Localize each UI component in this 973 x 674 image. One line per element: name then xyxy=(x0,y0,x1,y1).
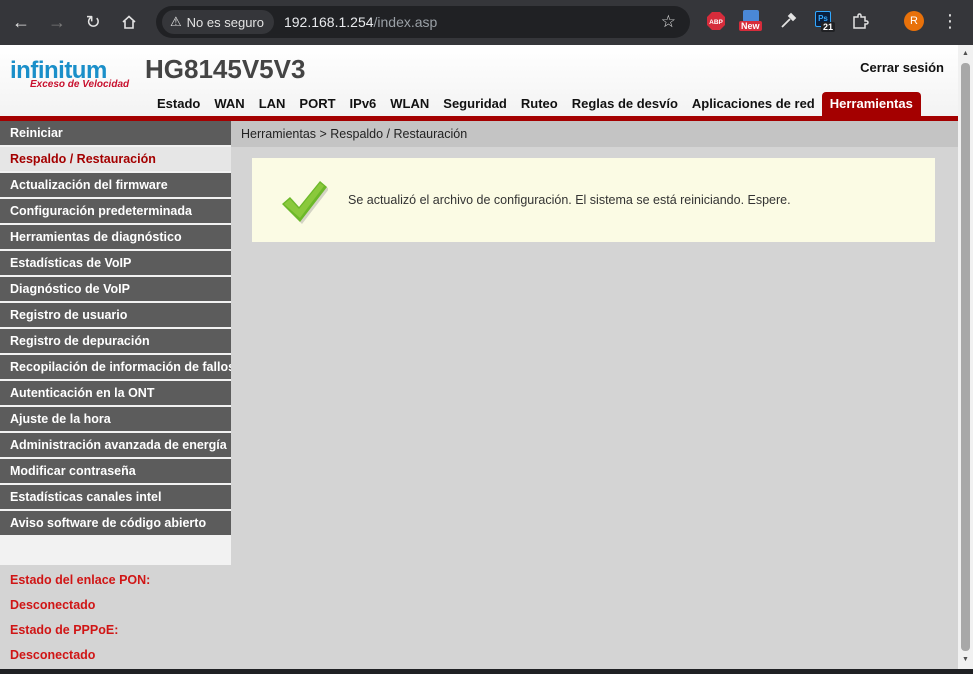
tab-herramientas[interactable]: Herramientas xyxy=(821,92,921,116)
tab-seguridad[interactable]: Seguridad xyxy=(436,92,514,116)
tab-port[interactable]: PORT xyxy=(292,92,342,116)
sidebar-menu: Reiniciar Respaldo / Restauración Actual… xyxy=(0,121,235,669)
sidebar-item-administracion-energia[interactable]: Administración avanzada de energía xyxy=(0,433,231,459)
tab-lan[interactable]: LAN xyxy=(252,92,293,116)
reload-icon[interactable]: ↻ xyxy=(75,4,111,40)
browser-toolbar: ← → ↻ ⚠ No es seguro 192.168.1.254/index… xyxy=(0,0,973,45)
sidebar-item-diagnostico-voip[interactable]: Diagnóstico de VoIP xyxy=(0,277,231,303)
extensions-puzzle-icon[interactable] xyxy=(848,9,872,33)
new-badge-extension-icon[interactable]: New xyxy=(739,9,765,33)
warning-icon: ⚠ xyxy=(170,14,182,29)
sidebar-item-modificar-contrasena[interactable]: Modificar contraseña xyxy=(0,459,231,485)
svg-text:ABP: ABP xyxy=(709,19,723,26)
photoshop-extension-icon[interactable]: Ps 21 xyxy=(812,9,836,33)
sidebar-item-reiniciar[interactable]: Reiniciar xyxy=(0,121,231,147)
status-message: Se actualizó el archivo de configuración… xyxy=(348,193,791,207)
sidebar-item-herramientas-diagnostico[interactable]: Herramientas de diagnóstico xyxy=(0,225,231,251)
home-icon[interactable] xyxy=(111,4,147,40)
profile-avatar[interactable]: R xyxy=(902,9,926,33)
sidebar-item-configuracion-predeterminada[interactable]: Configuración predeterminada xyxy=(0,199,231,225)
main-content: Se actualizó el archivo de configuración… xyxy=(231,147,958,669)
scroll-down-icon[interactable]: ▼ xyxy=(961,656,970,664)
browser-menu-icon[interactable]: ⋮ xyxy=(938,9,962,33)
page-viewport: infinitum Exceso de Velocidad HG8145V5V3… xyxy=(0,45,958,669)
pppoe-status-label: Estado de PPPoE: xyxy=(10,623,119,637)
extension-count-badge: 21 xyxy=(821,22,836,32)
eyedropper-extension-icon[interactable] xyxy=(776,9,800,33)
scrollbar-thumb[interactable] xyxy=(961,63,970,651)
sidebar-item-registro-usuario[interactable]: Registro de usuario xyxy=(0,303,231,329)
checkmark-icon xyxy=(282,181,328,224)
tab-reglas-desvio[interactable]: Reglas de desvío xyxy=(565,92,685,116)
main-tabs: Estado WAN LAN PORT IPv6 WLAN Seguridad … xyxy=(150,92,921,116)
tab-wan[interactable]: WAN xyxy=(207,92,251,116)
logout-link[interactable]: Cerrar sesión xyxy=(860,60,944,75)
tab-estado[interactable]: Estado xyxy=(150,92,207,116)
sidebar-item-estadisticas-intel[interactable]: Estadísticas canales intel xyxy=(0,485,231,511)
address-bar[interactable]: ⚠ No es seguro 192.168.1.254/index.asp ☆ xyxy=(156,6,690,38)
sidebar-item-registro-depuracion[interactable]: Registro de depuración xyxy=(0,329,231,355)
bookmark-star-icon[interactable]: ☆ xyxy=(661,12,676,32)
sidebar-item-actualizacion-firmware[interactable]: Actualización del firmware xyxy=(0,173,231,199)
sidebar-item-autenticacion-ont[interactable]: Autenticación en la ONT xyxy=(0,381,231,407)
pon-status-value: Desconectado xyxy=(10,598,96,612)
device-model: HG8145V5V3 xyxy=(145,54,306,84)
pppoe-status-value: Desconectado xyxy=(10,648,96,662)
security-chip[interactable]: ⚠ No es seguro xyxy=(162,10,274,34)
profile-initial: R xyxy=(904,11,924,31)
new-badge: New xyxy=(739,21,762,31)
page-scrollbar[interactable]: ▲ ▼ xyxy=(958,45,973,669)
sidebar-item-aviso-software[interactable]: Aviso software de código abierto xyxy=(0,511,231,537)
brand-tagline: Exceso de Velocidad xyxy=(30,79,130,90)
breadcrumb: Herramientas > Respaldo / Restauración xyxy=(231,121,958,147)
sidebar-item-respaldo-restauracion[interactable]: Respaldo / Restauración xyxy=(0,147,231,173)
brand-logo: infinitum Exceso de Velocidad xyxy=(10,57,129,90)
tab-wlan[interactable]: WLAN xyxy=(383,92,436,116)
pon-status-label: Estado del enlace PON: xyxy=(10,573,151,587)
sidebar-item-ajuste-hora[interactable]: Ajuste de la hora xyxy=(0,407,231,433)
sidebar-item-estadisticas-voip[interactable]: Estadísticas de VoIP xyxy=(0,251,231,277)
status-message-box: Se actualizó el archivo de configuración… xyxy=(252,158,935,242)
url-path: /index.asp xyxy=(373,14,438,30)
tab-ipv6[interactable]: IPv6 xyxy=(343,92,384,116)
tab-aplicaciones-red[interactable]: Aplicaciones de red xyxy=(685,92,822,116)
url-host: 192.168.1.254 xyxy=(283,14,374,30)
adblock-extension-icon[interactable]: ABP xyxy=(704,9,728,33)
tab-ruteo[interactable]: Ruteo xyxy=(514,92,565,116)
security-label: No es seguro xyxy=(186,14,264,30)
url-text[interactable]: 192.168.1.254/index.asp xyxy=(284,14,437,30)
sidebar-item-recopilacion-fallos[interactable]: Recopilación de información de fallos xyxy=(0,355,235,381)
router-header: infinitum Exceso de Velocidad HG8145V5V3… xyxy=(0,45,958,121)
forward-icon[interactable]: → xyxy=(39,4,75,40)
scroll-up-icon[interactable]: ▲ xyxy=(961,50,970,58)
connection-status: Estado del enlace PON: Desconectado Esta… xyxy=(0,565,231,669)
back-icon[interactable]: ← xyxy=(3,4,39,40)
